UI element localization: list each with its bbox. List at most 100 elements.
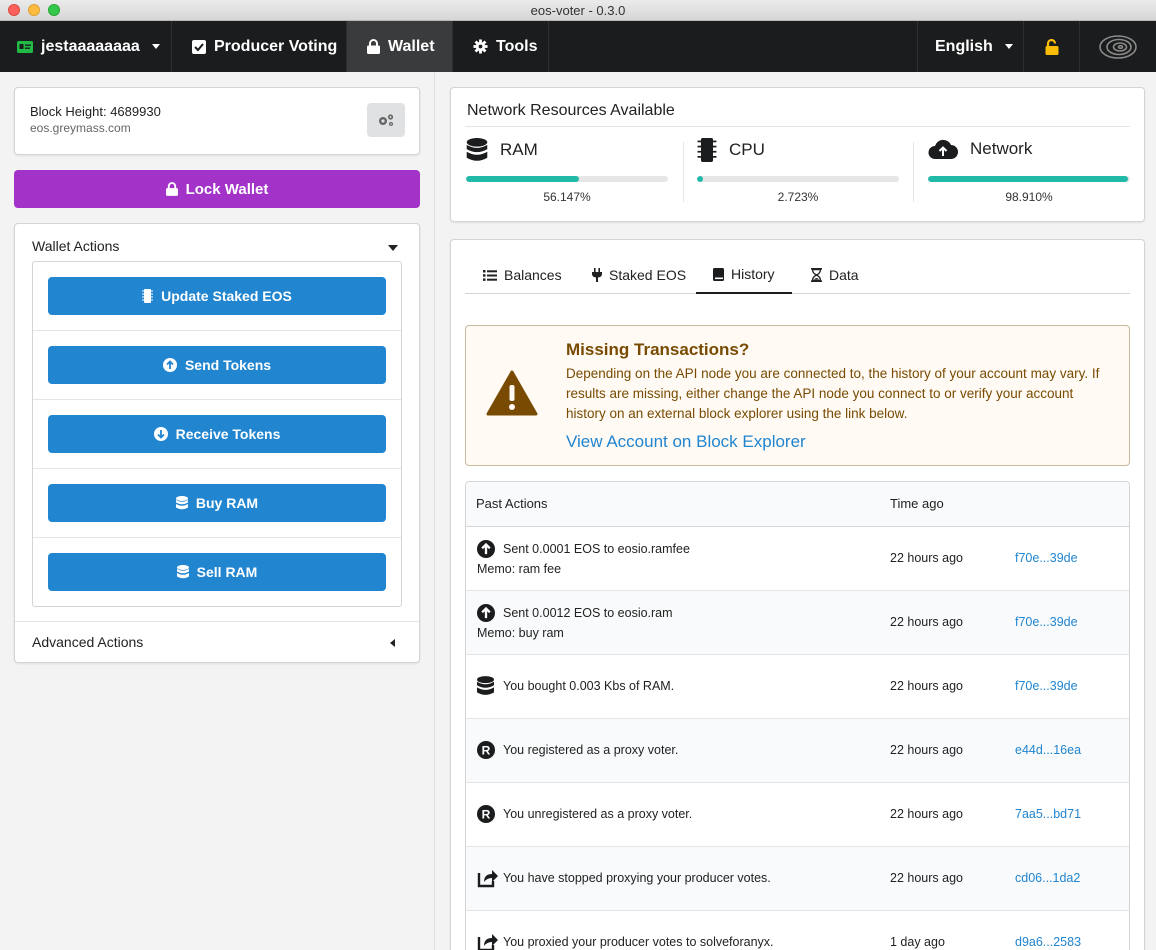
book-icon: [713, 267, 724, 281]
collapse-wallet-actions-icon[interactable]: [388, 245, 398, 251]
microchip-icon: [142, 289, 154, 303]
cloud-upload-icon: [928, 139, 958, 159]
send-tokens-label: Send Tokens: [184, 357, 272, 373]
resource-name: CPU: [729, 140, 765, 159]
tab-tools-label: Tools: [496, 37, 538, 55]
transaction-link[interactable]: d9a6...2583: [1015, 935, 1081, 949]
zoom-window-button[interactable]: [48, 4, 60, 16]
tab-staked-eos[interactable]: Staked EOS: [592, 256, 686, 294]
table-row: You proxied your producer votes to solve…: [466, 911, 1129, 950]
network-progress-bar: [928, 176, 1130, 182]
account-name: jestaaaaaaaa: [41, 37, 140, 55]
advanced-actions-label: Advanced Actions: [32, 634, 144, 650]
window-title: eos-voter - 0.3.0: [530, 3, 626, 18]
block-info-card: Block Height: 4689930 eos.greymass.com: [14, 87, 420, 155]
tab-wallet[interactable]: Wallet: [347, 21, 453, 72]
arrow-up-circle-icon: [477, 540, 495, 558]
database-icon: [175, 496, 188, 510]
plug-icon: [592, 268, 602, 282]
unlock-icon: [1045, 38, 1058, 55]
receive-tokens-button[interactable]: Receive Tokens: [48, 415, 386, 453]
chevron-left-icon: [390, 639, 395, 647]
window-titlebar: eos-voter - 0.3.0: [0, 0, 1156, 21]
account-details-card: Balances Staked EOS History Data Missing…: [450, 239, 1145, 950]
warning-body: Depending on the API node you are connec…: [566, 366, 1100, 421]
id-card-icon: [17, 40, 33, 53]
action-row: Buy RAM: [33, 469, 401, 538]
tab-balances-label: Balances: [504, 267, 562, 283]
node-settings-button[interactable]: [367, 103, 405, 137]
database-icon: [176, 565, 189, 579]
table-row: You have stopped proxying your producer …: [466, 847, 1129, 911]
sell-ram-button[interactable]: Sell RAM: [48, 553, 386, 591]
unlocked-status-button[interactable]: [1024, 21, 1080, 72]
action-text: You have stopped proxying your producer …: [503, 871, 771, 885]
receive-tokens-label: Receive Tokens: [175, 426, 281, 442]
network-resources-title: Network Resources Available: [467, 102, 675, 119]
account-tabs: Balances Staked EOS History Data: [465, 256, 1130, 294]
account-dropdown[interactable]: jestaaaaaaaa: [0, 21, 172, 72]
network-progress-fill: [928, 176, 1128, 182]
block-height: Block Height: 4689930: [30, 104, 161, 119]
column-divider: [434, 72, 435, 950]
col-time-ago: Time ago: [890, 496, 944, 511]
missing-transactions-warning: Missing Transactions? Depending on the A…: [465, 325, 1130, 466]
action-time: 22 hours ago: [890, 679, 963, 693]
warning-title: Missing Transactions?: [566, 340, 750, 359]
tab-data[interactable]: Data: [811, 256, 859, 294]
arrow-up-circle-icon: [477, 604, 495, 622]
tab-history[interactable]: History: [696, 256, 792, 294]
resource-percent: 2.723%: [777, 190, 819, 204]
tab-staked-eos-label: Staked EOS: [609, 267, 687, 283]
warning-triangle-icon: [486, 370, 538, 416]
transaction-link[interactable]: f70e...39de: [1015, 679, 1078, 693]
divider: [465, 126, 1130, 127]
tab-tools[interactable]: Tools: [453, 21, 549, 72]
ram-progress-bar: [466, 176, 668, 182]
tab-producer-voting[interactable]: Producer Voting: [172, 21, 347, 72]
lock-wallet-button[interactable]: Lock Wallet: [14, 170, 420, 208]
action-time: 22 hours ago: [890, 807, 963, 821]
cpu-progress-bar: [697, 176, 899, 182]
transaction-link[interactable]: e44d...16ea: [1015, 743, 1081, 757]
svg-text:R: R: [482, 808, 491, 822]
arrow-down-circle-icon: [153, 427, 168, 441]
tab-producer-voting-label: Producer Voting: [214, 37, 338, 55]
hourglass-icon: [811, 268, 822, 282]
resource-percent: 56.147%: [543, 190, 591, 204]
resource-network: Network 98.910%: [928, 138, 1130, 208]
language-dropdown[interactable]: English: [917, 21, 1024, 72]
buy-ram-label: Buy RAM: [195, 495, 259, 511]
action-memo: Memo: ram fee: [477, 562, 562, 576]
transaction-link[interactable]: 7aa5...bd71: [1015, 807, 1081, 821]
database-icon: [477, 676, 494, 695]
action-time: 22 hours ago: [890, 551, 963, 565]
advanced-actions-toggle[interactable]: Advanced Actions: [15, 621, 419, 663]
resource-cpu: CPU 2.723%: [697, 138, 899, 208]
tab-wallet-label: Wallet: [388, 37, 435, 55]
tab-balances[interactable]: Balances: [483, 256, 562, 294]
buy-ram-button[interactable]: Buy RAM: [48, 484, 386, 522]
arrow-up-circle-icon: [162, 358, 177, 372]
action-row: Send Tokens: [33, 331, 401, 400]
close-window-button[interactable]: [8, 4, 20, 16]
checkbox-icon: [192, 39, 206, 54]
lock-wallet-label: Lock Wallet: [185, 180, 269, 198]
action-text: You bought 0.003 Kbs of RAM.: [503, 679, 675, 693]
chevron-down-icon: [1004, 44, 1013, 49]
block-explorer-link[interactable]: View Account on Block Explorer: [566, 432, 806, 452]
table-row: Sent 0.0012 EOS to eosio.ram Memo: buy r…: [466, 591, 1129, 655]
transaction-link[interactable]: cd06...1da2: [1015, 871, 1080, 885]
divider: [683, 142, 684, 202]
transaction-link[interactable]: f70e...39de: [1015, 615, 1078, 629]
app-logo: [1080, 21, 1156, 72]
update-staked-eos-label: Update Staked EOS: [161, 288, 292, 304]
send-tokens-button[interactable]: Send Tokens: [48, 346, 386, 384]
update-staked-eos-button[interactable]: Update Staked EOS: [48, 277, 386, 315]
api-node-host: eos.greymass.com: [30, 121, 131, 135]
table-row: You bought 0.003 Kbs of RAM. 22 hours ag…: [466, 655, 1129, 719]
transaction-link[interactable]: f70e...39de: [1015, 551, 1078, 565]
chevron-down-icon: [151, 44, 160, 49]
top-menu: jestaaaaaaaa Producer Voting Wallet Tool…: [0, 21, 1156, 72]
minimize-window-button[interactable]: [28, 4, 40, 16]
